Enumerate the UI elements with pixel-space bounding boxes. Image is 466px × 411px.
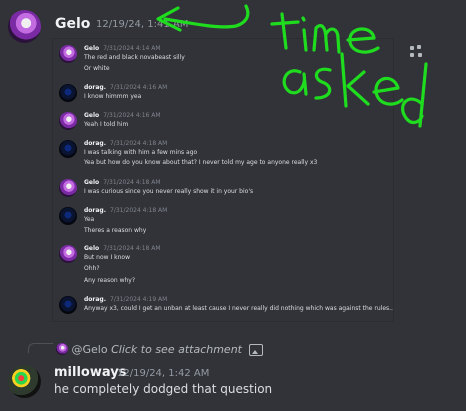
dorag-avatar xyxy=(59,84,77,102)
chat-line: I was talking with him a few mins ago xyxy=(84,149,198,156)
message-text: he completely dodged that question xyxy=(54,382,273,396)
message-timestamp: 12/19/24, 1:41 AM xyxy=(96,19,189,30)
chat-line: Yeah I told him xyxy=(84,121,129,128)
chat-line: I was curious since you never really sho… xyxy=(84,188,254,195)
chat-author: dorag. xyxy=(84,207,106,214)
chat-line: Yea xyxy=(84,216,95,223)
chat-author: Gelo xyxy=(84,112,100,119)
chat-author: Gelo xyxy=(84,179,100,186)
chat-line: Any reason why? xyxy=(84,277,136,284)
chat-line: Or white xyxy=(84,65,110,72)
gelo-avatar xyxy=(59,179,77,197)
chat-time: 7/31/2024 4:18 AM xyxy=(103,245,161,252)
chat-author: dorag. xyxy=(84,84,106,91)
chat-time: 7/31/2024 4:14 AM xyxy=(103,45,161,52)
chat-line: Yea but how do you know about that? I ne… xyxy=(84,159,318,166)
reaction-icons xyxy=(408,44,426,62)
gelo-avatar[interactable] xyxy=(8,10,41,43)
chat-time: 7/31/2024 4:19 AM xyxy=(110,296,168,303)
dorag-avatar xyxy=(59,207,77,225)
chat-time: 7/31/2024 4:16 AM xyxy=(110,84,168,91)
gelo-avatar xyxy=(59,112,77,130)
gelo-avatar xyxy=(59,45,77,63)
chat-line: But now I know xyxy=(84,254,130,261)
chat-author: dorag. xyxy=(84,140,106,147)
chat-author: dorag. xyxy=(84,296,106,303)
chat-line: Ohh? xyxy=(84,265,100,272)
dorag-avatar xyxy=(59,140,77,158)
chat-time: 7/31/2024 4:18 AM xyxy=(110,140,168,147)
chat-time: 7/31/2024 4:16 AM xyxy=(103,112,161,119)
dorag-avatar xyxy=(59,296,77,314)
reply-mention[interactable]: @Gelo xyxy=(72,343,108,356)
image-icon xyxy=(249,344,264,356)
gelo-avatar xyxy=(56,343,68,355)
attached-screenshot[interactable]: Gelo 7/31/2024 4:14 AM The red and black … xyxy=(52,38,394,322)
reply-hint[interactable]: Click to see attachment xyxy=(111,343,242,356)
message-author[interactable]: milloways xyxy=(54,365,126,380)
chat-line: The red and black novabeast silly xyxy=(84,54,185,61)
chat-line: Anyway x3, could I get an unban at least… xyxy=(84,305,393,312)
chat-line: Theres a reason why xyxy=(84,227,147,234)
reply-reference[interactable]: @Gelo Click to see attachment xyxy=(56,343,264,356)
chat-line: I know himmm yea xyxy=(84,93,142,100)
chat-time: 7/31/2024 4:18 AM xyxy=(110,207,168,214)
chat-author: Gelo xyxy=(84,45,100,52)
chat-time: 7/31/2024 4:18 AM xyxy=(103,179,161,186)
message-author[interactable]: Gelo xyxy=(55,16,90,32)
message-timestamp: 12/19/24, 1:42 AM xyxy=(117,368,210,379)
milloways-avatar[interactable] xyxy=(8,365,41,398)
chat-author: Gelo xyxy=(84,245,100,252)
reply-connector xyxy=(28,343,53,353)
gelo-avatar xyxy=(59,245,77,263)
